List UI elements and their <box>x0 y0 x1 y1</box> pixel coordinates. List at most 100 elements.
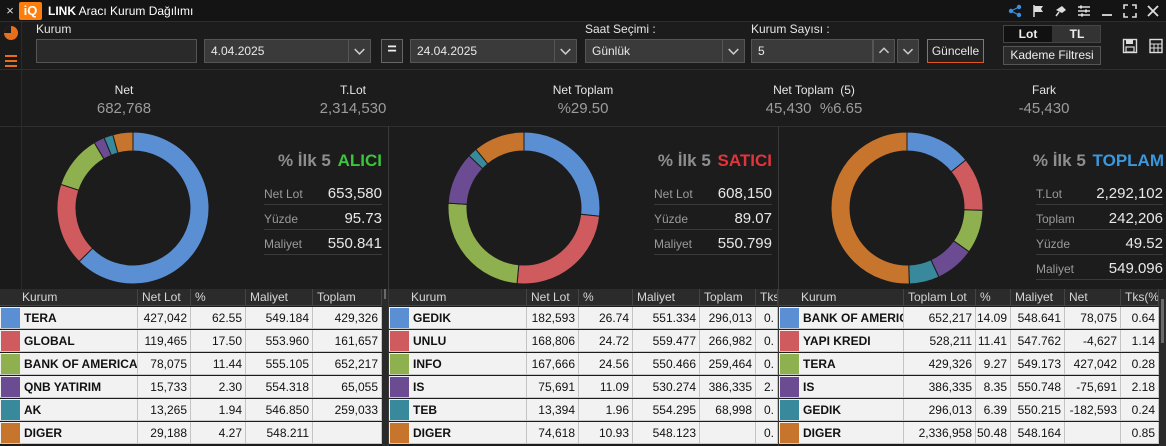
column-header-maliyet[interactable]: Maliyet <box>1011 289 1065 306</box>
cell-maliyet: 548.164 <box>1011 422 1065 444</box>
cell-maliyet: 549.173 <box>1011 353 1065 375</box>
export-excel-icon[interactable] <box>1148 38 1164 54</box>
column-header-maliyet[interactable]: Maliyet <box>246 289 313 306</box>
table-row[interactable]: GLOBAL 119,465 17.50 553.960 161,657 <box>0 330 382 352</box>
menu-icon[interactable] <box>3 53 19 69</box>
table-row[interactable]: TEB 13,394 1.96 554.295 68,998 0. <box>389 399 778 421</box>
cell-maliyet: 555.105 <box>246 353 313 375</box>
kurum-input[interactable] <box>36 39 197 63</box>
maximize-icon[interactable] <box>1123 4 1137 18</box>
column-header-maliyet[interactable]: Maliyet <box>633 289 700 306</box>
kurum-cell: TERA <box>800 353 904 375</box>
pin-icon[interactable] <box>1054 4 1068 18</box>
toplam-slice-diger[interactable] <box>830 131 910 285</box>
cell-tks: 1.14 <box>1121 330 1159 352</box>
cell-net <box>1065 422 1121 444</box>
cell-col: 4.27 <box>191 422 246 444</box>
table-row[interactable]: DIGER 29,188 4.27 548.211 <box>0 422 382 444</box>
app-logo: iQ <box>19 2 42 20</box>
satici-slice-gedik[interactable] <box>523 131 601 217</box>
cell-col: 50.48 <box>976 422 1011 444</box>
column-header-col[interactable]: % <box>976 289 1011 306</box>
chevron-down-icon[interactable] <box>897 39 919 63</box>
chevron-down-icon[interactable] <box>722 40 744 62</box>
share-icon[interactable] <box>1008 4 1022 18</box>
kurum-sayisi-input[interactable]: 5 <box>751 39 873 63</box>
saat-secimi-select[interactable]: Günlük <box>585 39 745 63</box>
column-header-kurum[interactable]: Kurum <box>797 289 904 306</box>
column-header-net[interactable]: Net <box>1065 289 1121 306</box>
end-date-select[interactable]: 24.04.2025 <box>410 39 577 63</box>
table-row[interactable]: QNB YATIRIM 15,733 2.30 554.318 65,055 <box>0 376 382 398</box>
table-row[interactable]: DIGER 74,618 10.93 548.123 0. <box>389 422 778 444</box>
table-row[interactable]: BANK OF AMERICA 78,075 11.44 555.105 652,217 <box>0 353 382 375</box>
kurum-cell: IS <box>800 376 904 398</box>
column-header-tks[interactable]: Tks(% <box>756 289 778 306</box>
saat-secimi-label: Saat Seçimi : <box>585 22 656 36</box>
column-header-col[interactable]: % <box>191 289 246 306</box>
table-row[interactable]: TERA 427,042 62.55 549.184 429,326 <box>0 307 382 329</box>
summary-value: 682,768 <box>96 100 152 117</box>
table-row[interactable]: GEDIK 182,593 26.74 551.334 296,013 0. <box>389 307 778 329</box>
chevron-down-icon[interactable] <box>554 40 576 62</box>
table-row[interactable]: UNLU 168,806 24.72 559.477 266,982 0. <box>389 330 778 352</box>
toplam-slice-yapi-kredi[interactable] <box>950 159 984 211</box>
toplam-slice-bank-of-america[interactable] <box>906 131 967 173</box>
minimize-icon[interactable] <box>1100 4 1114 18</box>
save-icon[interactable] <box>1122 38 1138 54</box>
table-row[interactable]: INFO 167,666 24.56 550.466 259,464 0. <box>389 353 778 375</box>
alici-stat-row: Yüzde 95.73 <box>264 210 382 230</box>
start-date-select[interactable]: 4.04.2025 <box>204 39 371 63</box>
summary-label: Net <box>114 83 134 97</box>
table-row[interactable]: DIGER 2,336,958 50.48 548.164 0.85 <box>779 422 1159 444</box>
kademe-filtresi-button[interactable]: Kademe Filtresi <box>1003 46 1101 65</box>
table-row[interactable]: YAPI KREDI 528,211 11.41 547.762 -4,627 1.14 <box>779 330 1159 352</box>
lot-button[interactable]: Lot <box>1004 26 1052 42</box>
column-header-toplam-lot[interactable]: Toplam Lot <box>904 289 976 306</box>
app-window: × iQ LINK Aracı Kurum Dağılımı Kurum 4.0… <box>0 0 1166 446</box>
table-row[interactable]: TERA 429,326 9.27 549.173 427,042 0.28 <box>779 353 1159 375</box>
equals-button[interactable]: = <box>381 39 403 63</box>
column-header-toplam[interactable]: Toplam <box>313 289 382 306</box>
alici-slice-global[interactable] <box>56 183 94 263</box>
cell-net-lot: 182,593 <box>527 307 579 329</box>
tl-button[interactable]: TL <box>1053 26 1101 42</box>
toplam-title: % İlk 5 TOPLAM <box>1033 151 1164 171</box>
series-color-swatch <box>1 423 20 443</box>
cell-net-lot: 427,042 <box>138 307 191 329</box>
chevron-up-icon[interactable] <box>873 39 895 63</box>
guncelle-button[interactable]: Güncelle <box>927 39 984 63</box>
window-title-symbol: LINK <box>48 4 76 18</box>
summary-net: Net 682,768 <box>74 83 174 118</box>
vertical-scrollbar[interactable] <box>1159 289 1166 446</box>
cell-toplam-lot: 386,335 <box>904 376 976 398</box>
column-header-kurum[interactable]: Kurum <box>18 289 138 306</box>
table-row[interactable]: IS 386,335 8.35 550.748 -75,691 2.18 <box>779 376 1159 398</box>
satici-slice-info[interactable] <box>447 202 520 285</box>
column-header-tks[interactable]: Tks(%) <box>1121 289 1159 306</box>
settings-list-icon[interactable] <box>1077 4 1091 18</box>
cell-col: 1.96 <box>579 399 633 421</box>
table-row[interactable]: GEDIK 296,013 6.39 550.215 -182,593 0.24 <box>779 399 1159 421</box>
chevron-down-icon[interactable] <box>348 40 370 62</box>
column-header-net-lot[interactable]: Net Lot <box>527 289 579 306</box>
alici-table: Kurum Net Lot% Maliyet Toplam TERA 427,042 62.… <box>0 289 388 446</box>
vertical-scrollbar[interactable] <box>382 289 388 446</box>
close-icon[interactable]: × <box>3 3 17 19</box>
cell-net: 427,042 <box>1065 353 1121 375</box>
table-row[interactable]: AK 13,265 1.94 546.850 259,033 <box>0 399 382 421</box>
column-header-net-lot[interactable]: Net Lot <box>138 289 191 306</box>
kurum-label: Kurum <box>36 22 72 36</box>
column-header-toplam[interactable]: Toplam <box>700 289 756 306</box>
column-header-col[interactable]: % <box>579 289 633 306</box>
column-header-kurum[interactable]: Kurum <box>407 289 527 306</box>
satici-slice-unlu[interactable] <box>516 213 601 285</box>
pie-chart-icon[interactable] <box>3 25 19 41</box>
scrollbar-thumb[interactable] <box>384 289 386 299</box>
scrollbar-thumb[interactable] <box>1161 299 1164 343</box>
alici-slice-bank-of-america[interactable] <box>60 141 105 191</box>
flag-icon[interactable] <box>1031 4 1045 18</box>
table-row[interactable]: IS 75,691 11.09 530.274 386,335 2. <box>389 376 778 398</box>
table-row[interactable]: BANK OF AMERIC 652,217 14.09 548.641 78,075 0… <box>779 307 1159 329</box>
window-close-icon[interactable] <box>1146 4 1160 18</box>
